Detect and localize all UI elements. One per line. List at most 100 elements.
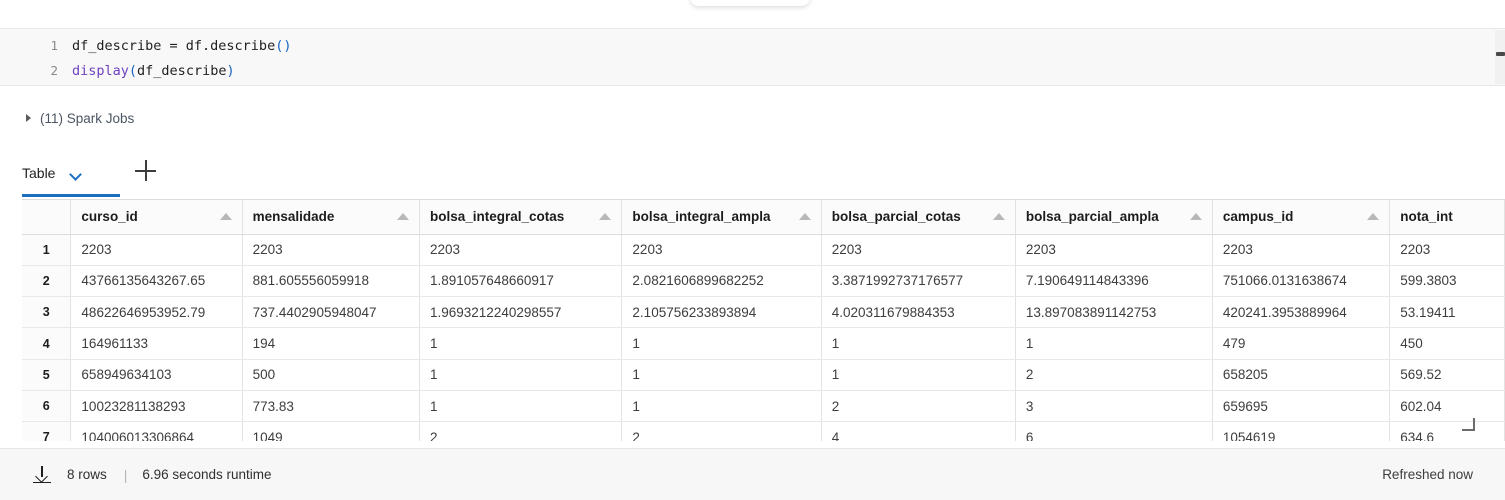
code-line-2: 2 display(df_describe) xyxy=(0,58,235,83)
table-cell: 53.19411 xyxy=(1389,296,1505,329)
column-header-label: curso_id xyxy=(81,209,138,225)
table-cell: 1 xyxy=(621,327,822,360)
column-header-bolsa-integral-cotas[interactable]: bolsa_integral_cotas xyxy=(419,200,623,235)
sort-ascending-icon[interactable] xyxy=(992,213,1005,220)
sort-ascending-icon[interactable] xyxy=(219,213,232,220)
table-cell: 4 xyxy=(821,421,1016,441)
result-tab-bar: Table xyxy=(0,150,1505,198)
table-row[interactable]: 1 2203 2203 2203 2203 2203 2203 2203 220… xyxy=(22,234,1505,266)
table-body: 1 2203 2203 2203 2203 2203 2203 2203 220… xyxy=(22,234,1505,441)
column-header-label: bolsa_integral_cotas xyxy=(430,209,565,225)
table-cell: 1.9693212240298557 xyxy=(419,296,623,329)
row-number: 5 xyxy=(22,359,72,391)
table-cell: 599.3803 xyxy=(1389,265,1505,298)
sort-ascending-icon[interactable] xyxy=(798,213,811,220)
table-cell: 2.105756233893894 xyxy=(621,296,822,329)
table-cell: 1 xyxy=(419,327,623,360)
table-cell: 659695 xyxy=(1212,390,1391,423)
table-cell: 2 xyxy=(1015,359,1213,391)
table-row[interactable]: 3 48622646953952.79 737.4402905948047 1.… xyxy=(22,296,1505,329)
code-vertical-scrollbar[interactable] xyxy=(1495,30,1505,84)
table-cell: 420241.3953889964 xyxy=(1212,296,1391,329)
table-cell: 1 xyxy=(621,359,822,391)
cell-toolbar-nub xyxy=(690,0,810,6)
tab-table[interactable]: Table xyxy=(22,150,82,196)
table-cell: 4.020311679884353 xyxy=(821,296,1016,329)
results-table-container[interactable]: curso_id mensalidade bolsa_integral_cota… xyxy=(22,199,1505,441)
table-cell: 164961133 xyxy=(70,327,243,360)
table-cell: 1054619 xyxy=(1212,421,1391,441)
table-cell: 2203 xyxy=(1212,234,1391,266)
table-cell: 658949634103 xyxy=(70,359,243,391)
spark-jobs-toggle[interactable]: (11) Spark Jobs xyxy=(0,104,134,132)
code-text: df_describe = df.describe xyxy=(72,37,276,54)
sort-ascending-icon[interactable] xyxy=(599,213,612,220)
code-paren-close: ) xyxy=(226,62,235,79)
table-cell: 2203 xyxy=(1015,234,1213,266)
spark-jobs-label: (11) Spark Jobs xyxy=(40,110,135,126)
table-cell: 450 xyxy=(1389,327,1505,360)
footer-separator: | xyxy=(123,466,128,483)
column-header-label: bolsa_parcial_ampla xyxy=(1025,209,1159,225)
scrollbar-thumb[interactable] xyxy=(1496,52,1505,56)
sort-ascending-icon[interactable] xyxy=(1189,213,1202,220)
row-number: 1 xyxy=(22,234,72,266)
table-cell: 2 xyxy=(621,421,822,441)
table-header-row: curso_id mensalidade bolsa_integral_cota… xyxy=(22,200,1505,235)
table-cell: 1 xyxy=(1015,327,1213,360)
table-row[interactable]: 7 104006013306864 1049 2 2 4 6 1054619 6… xyxy=(22,421,1505,441)
table-cell: 500 xyxy=(242,359,421,391)
column-header-curso-id[interactable]: curso_id xyxy=(70,200,243,235)
table-cell: 2 xyxy=(821,390,1016,423)
table-cell: 7.190649114843396 xyxy=(1015,265,1213,298)
table-cell: 2203 xyxy=(1389,234,1505,266)
column-header-bolsa-parcial-cotas[interactable]: bolsa_parcial_cotas xyxy=(821,200,1016,235)
table-cell: 2203 xyxy=(419,234,623,266)
table-cell: 2203 xyxy=(621,234,822,266)
download-icon[interactable] xyxy=(33,465,51,484)
chevron-down-icon[interactable] xyxy=(71,170,82,177)
row-count-label: 8 rows xyxy=(67,467,107,482)
table-cell: 1 xyxy=(419,359,623,391)
column-header-nota-int[interactable]: nota_int xyxy=(1389,200,1505,235)
table-cell: 1 xyxy=(821,327,1016,360)
table-cell: 1 xyxy=(419,390,623,423)
row-number: 3 xyxy=(22,296,72,329)
table-resize-handle[interactable] xyxy=(1462,418,1475,431)
table-cell: 6 xyxy=(1015,421,1213,441)
results-footer: 8 rows | 6.96 seconds runtime Refreshed … xyxy=(0,448,1505,500)
column-header-bolsa-parcial-ampla[interactable]: bolsa_parcial_ampla xyxy=(1015,200,1213,235)
table-row[interactable]: 6 10023281138293 773.83 1 1 2 3 659695 6… xyxy=(22,390,1505,423)
column-header-mensalidade[interactable]: mensalidade xyxy=(242,200,421,235)
table-cell: 1049 xyxy=(242,421,421,441)
line-number: 1 xyxy=(50,38,58,53)
column-header-campus-id[interactable]: campus_id xyxy=(1212,200,1391,235)
table-cell: 1.891057648660917 xyxy=(419,265,623,298)
sort-ascending-icon[interactable] xyxy=(1367,213,1380,220)
code-function: display xyxy=(72,62,129,79)
column-header-label: campus_id xyxy=(1222,209,1294,225)
table-row[interactable]: 2 43766135643267.65 881.605556059918 1.8… xyxy=(22,265,1505,298)
active-tab-indicator xyxy=(22,194,120,197)
table-cell: 10023281138293 xyxy=(70,390,243,423)
table-row[interactable]: 5 658949634103 500 1 1 1 2 658205 569.52 xyxy=(22,359,1505,391)
column-header-bolsa-integral-ampla[interactable]: bolsa_integral_ampla xyxy=(621,200,822,235)
table-cell: 2203 xyxy=(70,234,243,266)
refresh-status-label[interactable]: Refreshed now xyxy=(1382,467,1473,482)
table-cell: 2.0821606899682252 xyxy=(621,265,822,298)
triangle-right-icon[interactable] xyxy=(26,114,31,122)
table-cell: 1 xyxy=(821,359,1016,391)
row-number-header xyxy=(22,200,72,235)
row-number: 4 xyxy=(22,327,72,360)
column-header-label: bolsa_parcial_cotas xyxy=(831,209,961,225)
results-table: curso_id mensalidade bolsa_integral_cota… xyxy=(22,200,1505,441)
table-cell: 658205 xyxy=(1212,359,1391,391)
column-header-label: bolsa_integral_ampla xyxy=(632,209,771,225)
plus-icon[interactable] xyxy=(135,160,157,182)
table-row[interactable]: 4 164961133 194 1 1 1 1 479 450 xyxy=(22,327,1505,360)
table-cell: 602.04 xyxy=(1389,390,1505,423)
row-number: 6 xyxy=(22,390,72,423)
sort-ascending-icon[interactable] xyxy=(397,213,409,220)
table-cell: 43766135643267.65 xyxy=(70,265,243,298)
code-editor[interactable]: 1 df_describe = df.describe() 2 display(… xyxy=(0,28,1505,86)
